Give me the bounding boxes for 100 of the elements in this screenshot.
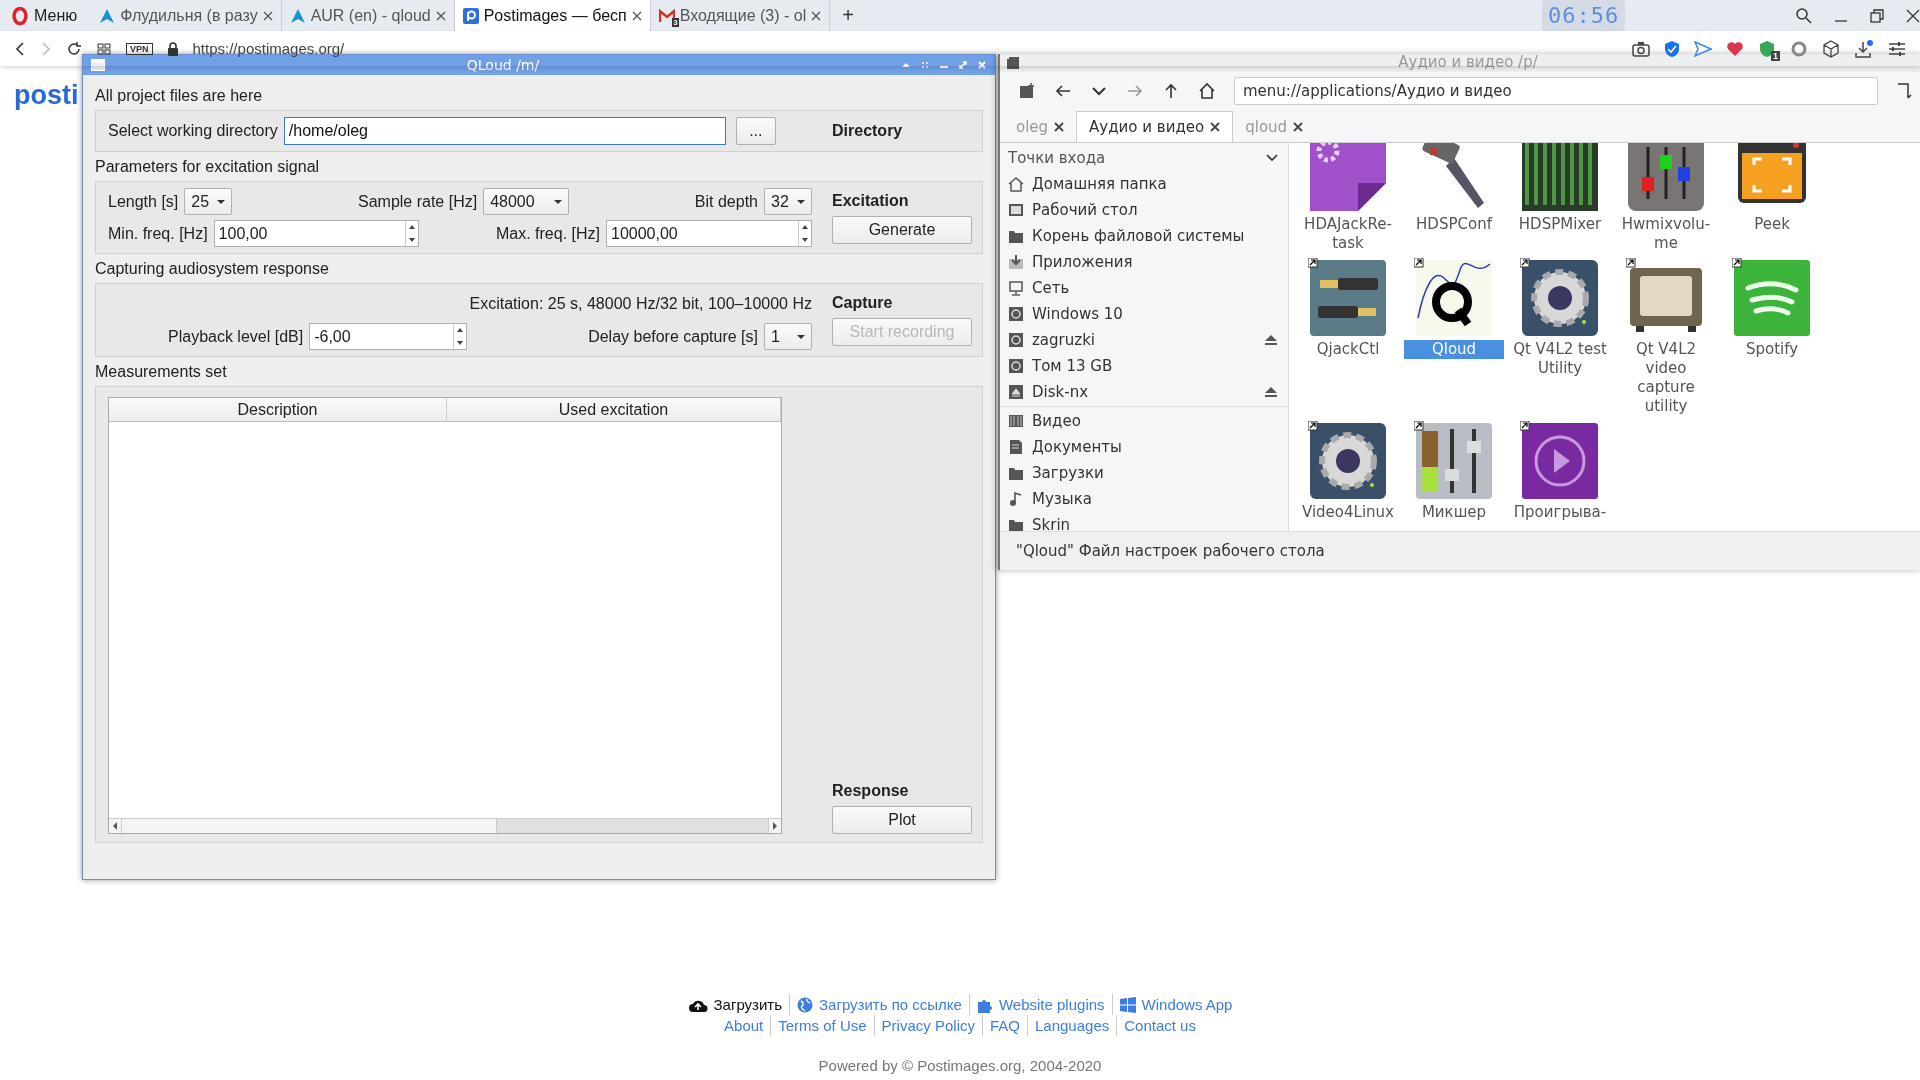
windows-icon — [1119, 996, 1136, 1013]
close-icon[interactable] — [1054, 122, 1065, 132]
sidebar-item[interactable]: Skrin — [1000, 512, 1288, 531]
search-icon[interactable] — [1795, 6, 1814, 25]
folder-tab[interactable]: Аудио и видео — [1076, 111, 1234, 142]
heart-icon[interactable] — [1726, 40, 1744, 57]
maximize-icon[interactable] — [958, 60, 968, 70]
app-launcher[interactable]: QjackCtl — [1295, 258, 1401, 416]
sidebar-item[interactable]: Загрузки — [1000, 460, 1288, 486]
column-header[interactable]: Description — [109, 398, 447, 421]
site-logo[interactable]: posti — [14, 80, 79, 111]
app-launcher[interactable]: Spotify — [1719, 258, 1825, 416]
download-icon[interactable] — [1854, 38, 1874, 59]
playback-level-spinbox[interactable]: -6,00 — [309, 323, 468, 350]
close-icon[interactable] — [1210, 122, 1221, 132]
sidebar-item[interactable]: Приложения — [1000, 249, 1288, 275]
drive-icon — [1008, 306, 1024, 322]
chevron-down-icon[interactable] — [1266, 154, 1278, 162]
menu-button[interactable]: Меню — [0, 0, 92, 31]
footer-link[interactable]: Website plugins — [968, 994, 1112, 1015]
camera-icon[interactable] — [1632, 40, 1650, 57]
footer-link[interactable]: Privacy Policy — [873, 1015, 982, 1036]
app-launcher[interactable]: Микшер — [1401, 421, 1507, 522]
browse-button[interactable]: ... — [735, 117, 776, 145]
generate-button[interactable]: Generate — [832, 215, 972, 244]
sidebar-item[interactable]: Disk-nx — [1000, 379, 1288, 405]
plot-button[interactable]: Plot — [832, 806, 972, 834]
app-launcher[interactable]: Hwmixvolu-me — [1613, 143, 1719, 253]
field-label: Min. freq. [Hz] — [108, 224, 208, 243]
sidebar-heading[interactable]: Точки входа — [1008, 149, 1106, 167]
footer-link[interactable]: About — [717, 1015, 771, 1036]
app-launcher[interactable]: Video4Linux — [1295, 421, 1401, 522]
sidebar-item[interactable]: Рабочий стол — [1000, 197, 1288, 223]
footer-link[interactable]: Windows App — [1111, 994, 1240, 1015]
sample-rate-dropdown[interactable]: 48000 — [483, 188, 570, 215]
close-icon[interactable] — [1905, 7, 1920, 24]
delay-dropdown[interactable]: 1 — [764, 323, 812, 350]
close-icon[interactable] — [435, 10, 446, 21]
url-field[interactable]: https://postimages.org/ — [192, 40, 345, 57]
sidebar-item[interactable]: Сеть — [1000, 275, 1288, 301]
clock: 06:56 — [1541, 0, 1626, 31]
footer-link[interactable]: Загрузить по ссылке — [789, 994, 969, 1015]
back-icon[interactable] — [14, 40, 26, 57]
app-launcher[interactable]: HDSPConf — [1401, 143, 1507, 253]
footer-link[interactable]: Contact us — [1116, 1015, 1203, 1036]
grid-icon[interactable] — [96, 40, 112, 57]
app-launcher[interactable]: HDAJackRe-task — [1295, 143, 1401, 253]
max-frequency-spinbox[interactable]: 10000,00 — [606, 220, 812, 247]
sidebar-item[interactable]: Видео — [1000, 408, 1288, 434]
bookmark-icon[interactable] — [1896, 82, 1912, 100]
app-launcher[interactable]: Qt V4L2 video capture utility — [1613, 258, 1719, 416]
sidebar-item[interactable]: Домашняя папка — [1000, 171, 1288, 197]
min-frequency-spinbox[interactable]: 100,00 — [213, 220, 419, 247]
close-icon[interactable] — [811, 10, 822, 21]
bit-depth-dropdown[interactable]: 32 — [764, 188, 812, 215]
document-icon — [1008, 439, 1024, 455]
browser-tab[interactable]: Postimages — бесп — [454, 0, 651, 31]
vpn-badge[interactable]: VPN — [126, 42, 153, 55]
new-tab-icon[interactable] — [1018, 82, 1036, 100]
directory-field[interactable]: /home/oleg — [283, 117, 726, 145]
browser-tab[interactable]: AUR (en) - qloud — [281, 0, 455, 31]
path-field[interactable]: menu://applications/Аудио и видео — [1234, 77, 1878, 105]
eject-icon[interactable] — [1264, 334, 1278, 346]
cube-icon[interactable] — [1822, 39, 1840, 58]
refresh-icon[interactable] — [1790, 39, 1808, 58]
browser-tab[interactable]: Флудильня (в разу — [91, 0, 282, 31]
settings-icon[interactable] — [1888, 40, 1906, 57]
app-launcher[interactable]: Peek — [1719, 143, 1825, 253]
footer-link[interactable]: Terms of Use — [770, 1015, 874, 1036]
sidebar-item[interactable]: Windows 10 — [1000, 301, 1288, 327]
close-icon[interactable] — [262, 10, 273, 21]
sidebar-item[interactable]: Том 13 GB — [1000, 353, 1288, 379]
close-icon[interactable] — [631, 10, 642, 21]
close-icon[interactable] — [1293, 122, 1304, 132]
new-tab-button[interactable]: + — [830, 4, 866, 27]
sidebar-item[interactable]: Документы — [1000, 434, 1288, 460]
grip-icon[interactable] — [920, 60, 930, 70]
app-launcher[interactable]: Проигрыва- — [1507, 421, 1613, 522]
footer-link[interactable]: Languages — [1027, 1015, 1117, 1036]
app-launcher[interactable]: HDSPMixer — [1507, 143, 1613, 253]
horizontal-scrollbar[interactable] — [109, 818, 781, 833]
window-icon — [91, 59, 105, 71]
reload-icon[interactable] — [66, 40, 82, 57]
sidebar-item[interactable]: Музыка — [1000, 486, 1288, 512]
eject-icon[interactable] — [1264, 386, 1278, 398]
home-icon[interactable] — [1198, 82, 1216, 100]
footer-link[interactable]: FAQ — [981, 1015, 1027, 1036]
footer-link[interactable]: Загрузить — [680, 994, 790, 1015]
restore-icon[interactable] — [1869, 7, 1886, 24]
shield-icon[interactable] — [1664, 39, 1680, 58]
group-caption: Measurements set — [95, 363, 227, 381]
app-launcher[interactable]: Qt V4L2 test Utility — [1507, 258, 1613, 416]
sidebar-item[interactable]: Корень файловой системы — [1000, 223, 1288, 249]
monitor-icon — [1008, 280, 1024, 296]
excitation-summary: Excitation: 25 s, 48000 Hz/32 bit, 100–10000 Hz — [469, 295, 812, 313]
column-header[interactable]: Used excitation — [447, 398, 781, 421]
shade-icon[interactable] — [901, 60, 911, 70]
send-icon[interactable] — [1694, 40, 1712, 57]
sidebar-item[interactable]: zagruzki — [1000, 327, 1288, 353]
length-dropdown[interactable]: 25 — [184, 188, 233, 215]
